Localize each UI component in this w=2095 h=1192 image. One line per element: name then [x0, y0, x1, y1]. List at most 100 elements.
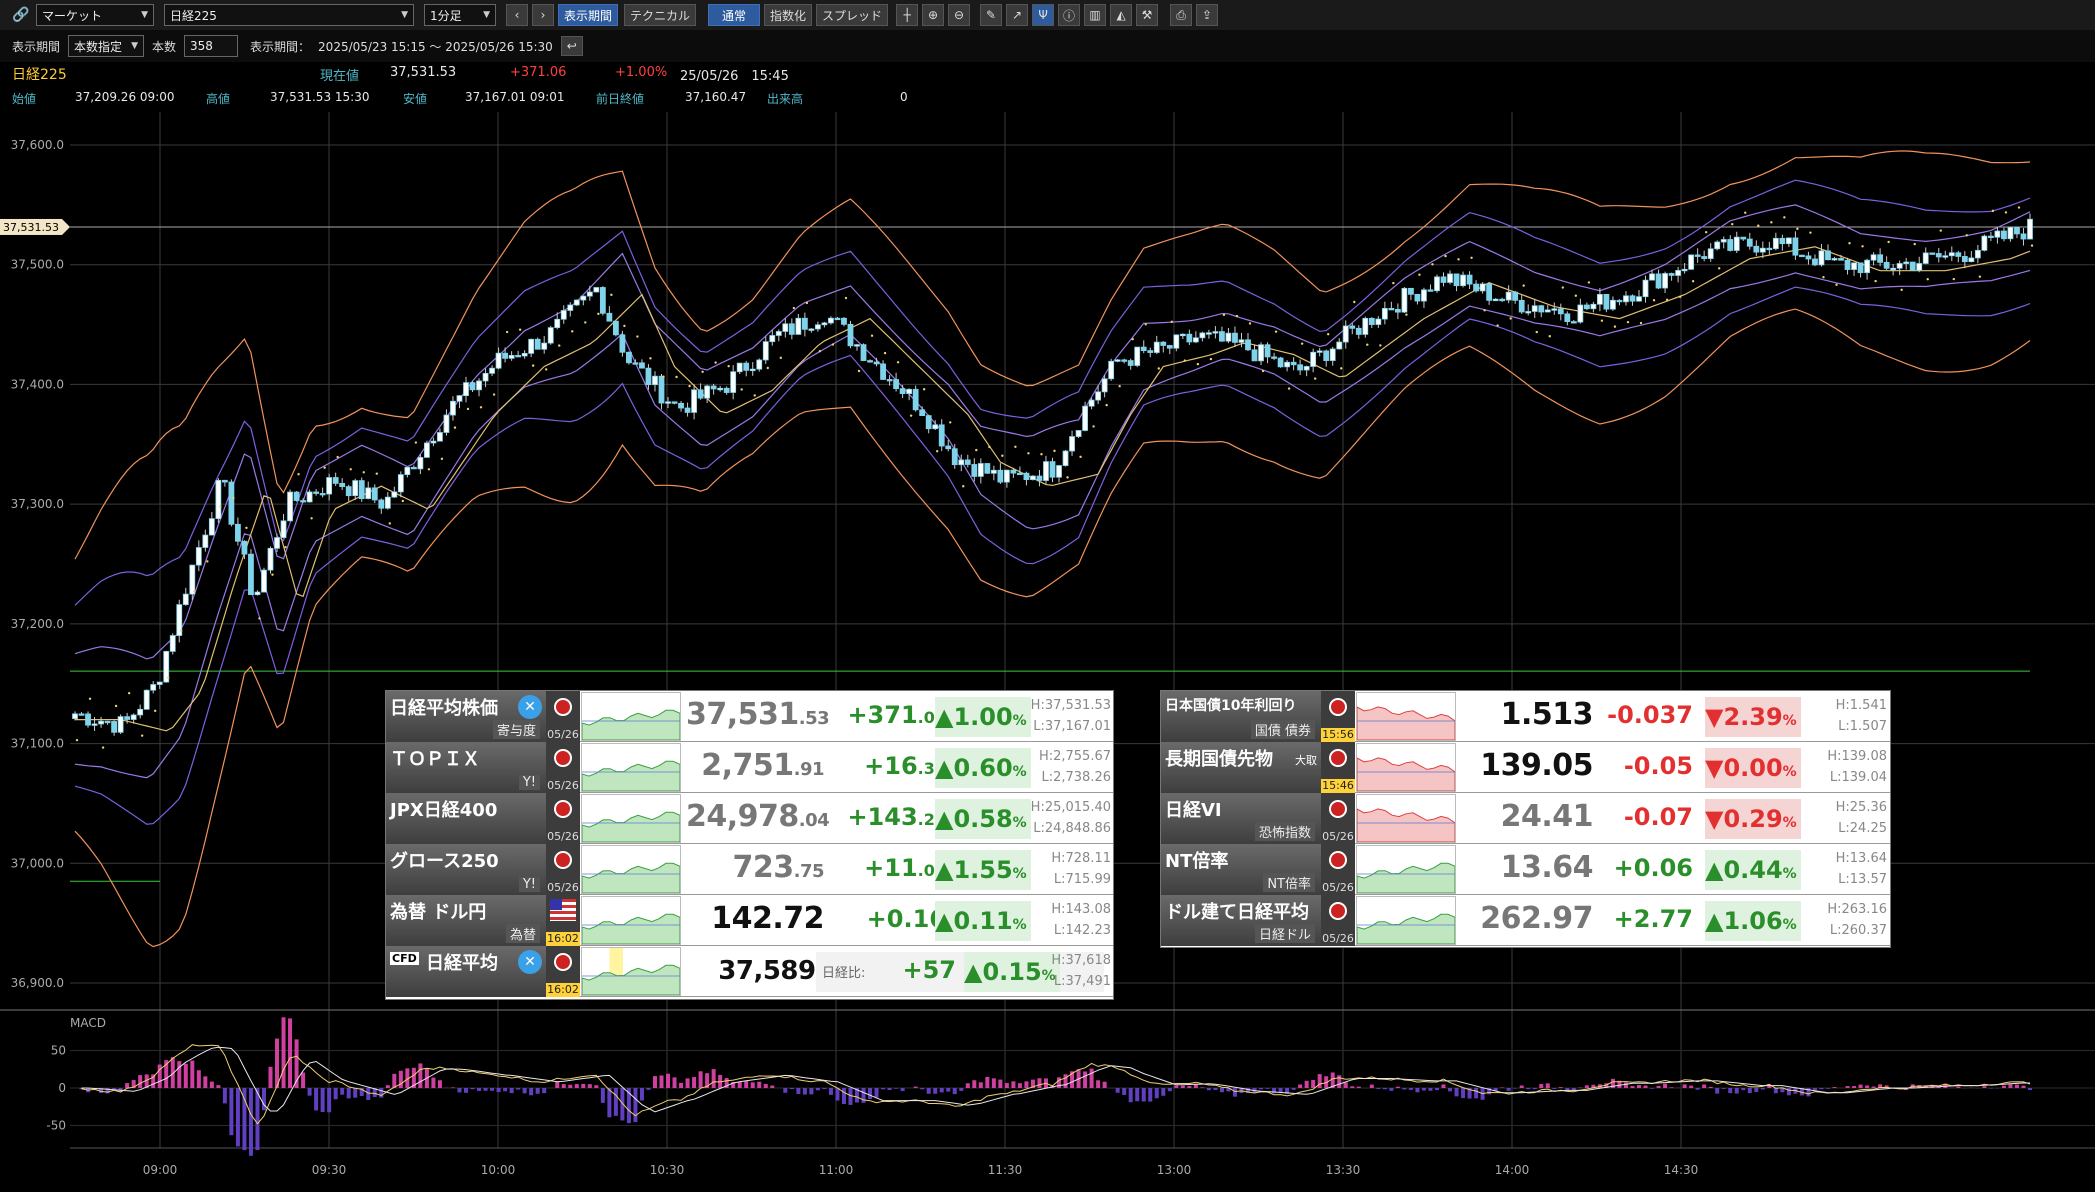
next-button[interactable]: › [532, 4, 554, 26]
market-sub-link[interactable]: 日経ドル [1254, 924, 1315, 943]
macd-histogram-bar [1037, 1078, 1042, 1088]
normal-button[interactable]: 通常 [708, 4, 761, 26]
candle-body [1479, 283, 1486, 292]
link-icon[interactable]: 🔗 [12, 7, 32, 23]
wrench-icon[interactable]: ⚒ [1136, 4, 1159, 26]
market-sub-link[interactable]: Y! [518, 775, 540, 790]
market-row-left-3[interactable]: JPX日経400 05/26 24,978.04 +143.28 ▲0.58% H:25,… [386, 793, 1113, 844]
x-icon[interactable]: ✕ [518, 695, 542, 719]
zoom-in-icon[interactable]: ⊕ [922, 4, 945, 26]
zoom-out-icon[interactable]: ⊖ [948, 4, 971, 26]
info-icon[interactable]: ⓘ [1058, 4, 1081, 26]
sar-dot [1626, 320, 1630, 324]
market-name-cell[interactable]: 為替 ドル円 為替 [386, 895, 546, 946]
print-icon[interactable]: ⎙ [1170, 4, 1193, 26]
market-row-right-1[interactable]: 日本国債10年利回り 国債 債券 15:56 1.513 -0.037 ▼2.39% H:1… [1161, 691, 1890, 742]
market-sub-link[interactable]: 国債 債券 [1250, 720, 1315, 739]
macd-histogram-bar [1715, 1088, 1720, 1094]
market-flag-icon: 16:02 [546, 946, 580, 997]
candle-body [554, 318, 561, 329]
market-sub-link[interactable]: 恐怖指数 [1254, 822, 1315, 841]
market-value: 139.05 [1480, 748, 1593, 783]
market-sub-link[interactable]: 為替 [505, 924, 540, 943]
market-select[interactable]: マーケット ▼ [36, 4, 154, 26]
macd-histogram-bar [216, 1085, 221, 1088]
undo-icon[interactable]: ↩ [560, 36, 583, 56]
candle-body [515, 355, 522, 358]
bar-chart-icon[interactable]: ▥ [1084, 4, 1107, 26]
market-row-right-2[interactable]: 長期国債先物 大取 15:46 139.05 -0.05 ▼0.00% H:139.08 L:… [1161, 742, 1890, 793]
period-button[interactable]: 表示期間 [558, 4, 619, 26]
mini-chart[interactable] [1356, 845, 1456, 894]
market-row-left-5[interactable]: 為替 ドル円 為替 16:02 142.72 +0.16 ▲0.11% H:143.08 L:… [386, 895, 1113, 946]
candle-icon[interactable]: Ψ [1032, 4, 1055, 26]
mini-chart[interactable] [581, 896, 681, 945]
macd-histogram-bar [1558, 1087, 1563, 1088]
change-int: +143 [847, 803, 918, 831]
crosshair-icon[interactable]: ┼ [896, 4, 919, 26]
mini-chart[interactable] [581, 743, 681, 792]
interval-select[interactable]: 1分足 ▼ [424, 4, 496, 26]
count-stepper[interactable]: 358 [184, 35, 239, 57]
candle-body [873, 361, 880, 365]
market-sub-link[interactable]: 寄与度 [492, 720, 540, 739]
market-name-cell[interactable]: JPX日経400 [386, 793, 546, 844]
market-row-left-1[interactable]: 日経平均株価 ✕ 寄与度 05/26 37,531.53 +371.06 ▲1.00% H:3… [386, 691, 1113, 742]
market-name-cell[interactable]: 日経平均株価 ✕ 寄与度 [386, 691, 546, 742]
mini-chart[interactable] [1356, 743, 1456, 792]
price-chart[interactable]: 37,600.0 37,500.0 37,400.0 37,300.0 37,200.0… [0, 112, 2095, 1192]
market-name-cell[interactable]: 日本国債10年利回り 国債 債券 [1161, 691, 1321, 742]
sar-dot [857, 369, 861, 373]
pen-icon[interactable]: ✎ [980, 4, 1003, 26]
market-row-left-6[interactable]: CFD日経平均✕16:0237,589.10日経比:+57▲0.15%H:37,… [386, 946, 1113, 997]
area-chart-icon[interactable]: ◭ [1110, 4, 1133, 26]
macd-label: MACD [70, 1016, 106, 1030]
macd-histogram-bar [1128, 1088, 1133, 1103]
japan-flag-icon [554, 953, 572, 971]
spread-button[interactable]: スプレッド [816, 4, 889, 26]
mini-chart[interactable] [581, 692, 681, 741]
mini-chart[interactable] [581, 845, 681, 894]
change-int: +371 [847, 701, 918, 729]
market-name-cell[interactable]: グロース250 Y! [386, 844, 546, 895]
technical-button[interactable]: テクニカル [624, 4, 697, 26]
macd-histogram-bar [1057, 1077, 1062, 1088]
sar-dot [1287, 387, 1291, 390]
time-tick-label: 10:30 [650, 1163, 685, 1177]
symbol-select[interactable]: 日経225 ▼ [164, 4, 414, 26]
macd-histogram-bar [750, 1082, 755, 1088]
mini-chart[interactable] [581, 947, 681, 996]
x-icon[interactable]: ✕ [518, 950, 542, 974]
sar-dot [271, 573, 274, 576]
market-sub-link[interactable]: NT倍率 [1263, 873, 1315, 892]
period-mode-select[interactable]: 本数指定 ▼ [68, 35, 145, 57]
market-row-left-2[interactable]: ＴＯＰＩＸ Y! 05/26 2,751.91 +16.39 ▲0.60% H:2,755.… [386, 742, 1113, 793]
market-name-cell[interactable]: ＴＯＰＩＸ Y! [386, 742, 546, 793]
market-name-cell[interactable]: 日経VI 恐怖指数 [1161, 793, 1321, 844]
low-value: L:2,738.26 [1041, 770, 1111, 785]
prev-button[interactable]: ‹ [506, 4, 528, 26]
mini-chart[interactable] [1356, 794, 1456, 843]
mini-chart[interactable] [1356, 692, 1456, 741]
candle-body [736, 362, 743, 373]
export-icon[interactable]: ⇪ [1196, 4, 1219, 26]
candle-body [384, 496, 391, 509]
candle-body [417, 457, 424, 470]
market-row-left-4[interactable]: グロース250 Y! 05/26 723.75 +11.08 ▲1.55% H:728.11… [386, 844, 1113, 895]
market-row-right-3[interactable]: 日経VI 恐怖指数 05/26 24.41 -0.07 ▼0.29% H:25.36 L:24… [1161, 793, 1890, 844]
market-name-cell[interactable]: CFD 日経平均 ✕ [386, 946, 546, 997]
trend-icon[interactable]: ↗ [1006, 4, 1029, 26]
market-row-right-4[interactable]: NT倍率 NT倍率 05/26 13.64 +0.06 ▲0.44% H:13.64 L:13… [1161, 844, 1890, 895]
mini-chart[interactable] [581, 794, 681, 843]
candle-body [717, 387, 724, 391]
market-name-cell[interactable]: ドル建て日経平均 日経ドル [1161, 895, 1321, 946]
market-row-right-5[interactable]: ドル建て日経平均 日経ドル 05/26 262.97 +2.77 ▲1.06% H:263.… [1161, 895, 1890, 946]
market-name-cell[interactable]: NT倍率 NT倍率 [1161, 844, 1321, 895]
market-name-cell[interactable]: 長期国債先物 大取 [1161, 742, 1321, 793]
mini-chart[interactable] [1356, 896, 1456, 945]
macd-histogram-bar [1565, 1088, 1570, 1091]
market-sub-link[interactable]: Y! [518, 877, 540, 892]
index-button[interactable]: 指数化 [764, 4, 813, 26]
candle-body [1056, 465, 1062, 478]
japan-flag-icon [1329, 749, 1347, 767]
